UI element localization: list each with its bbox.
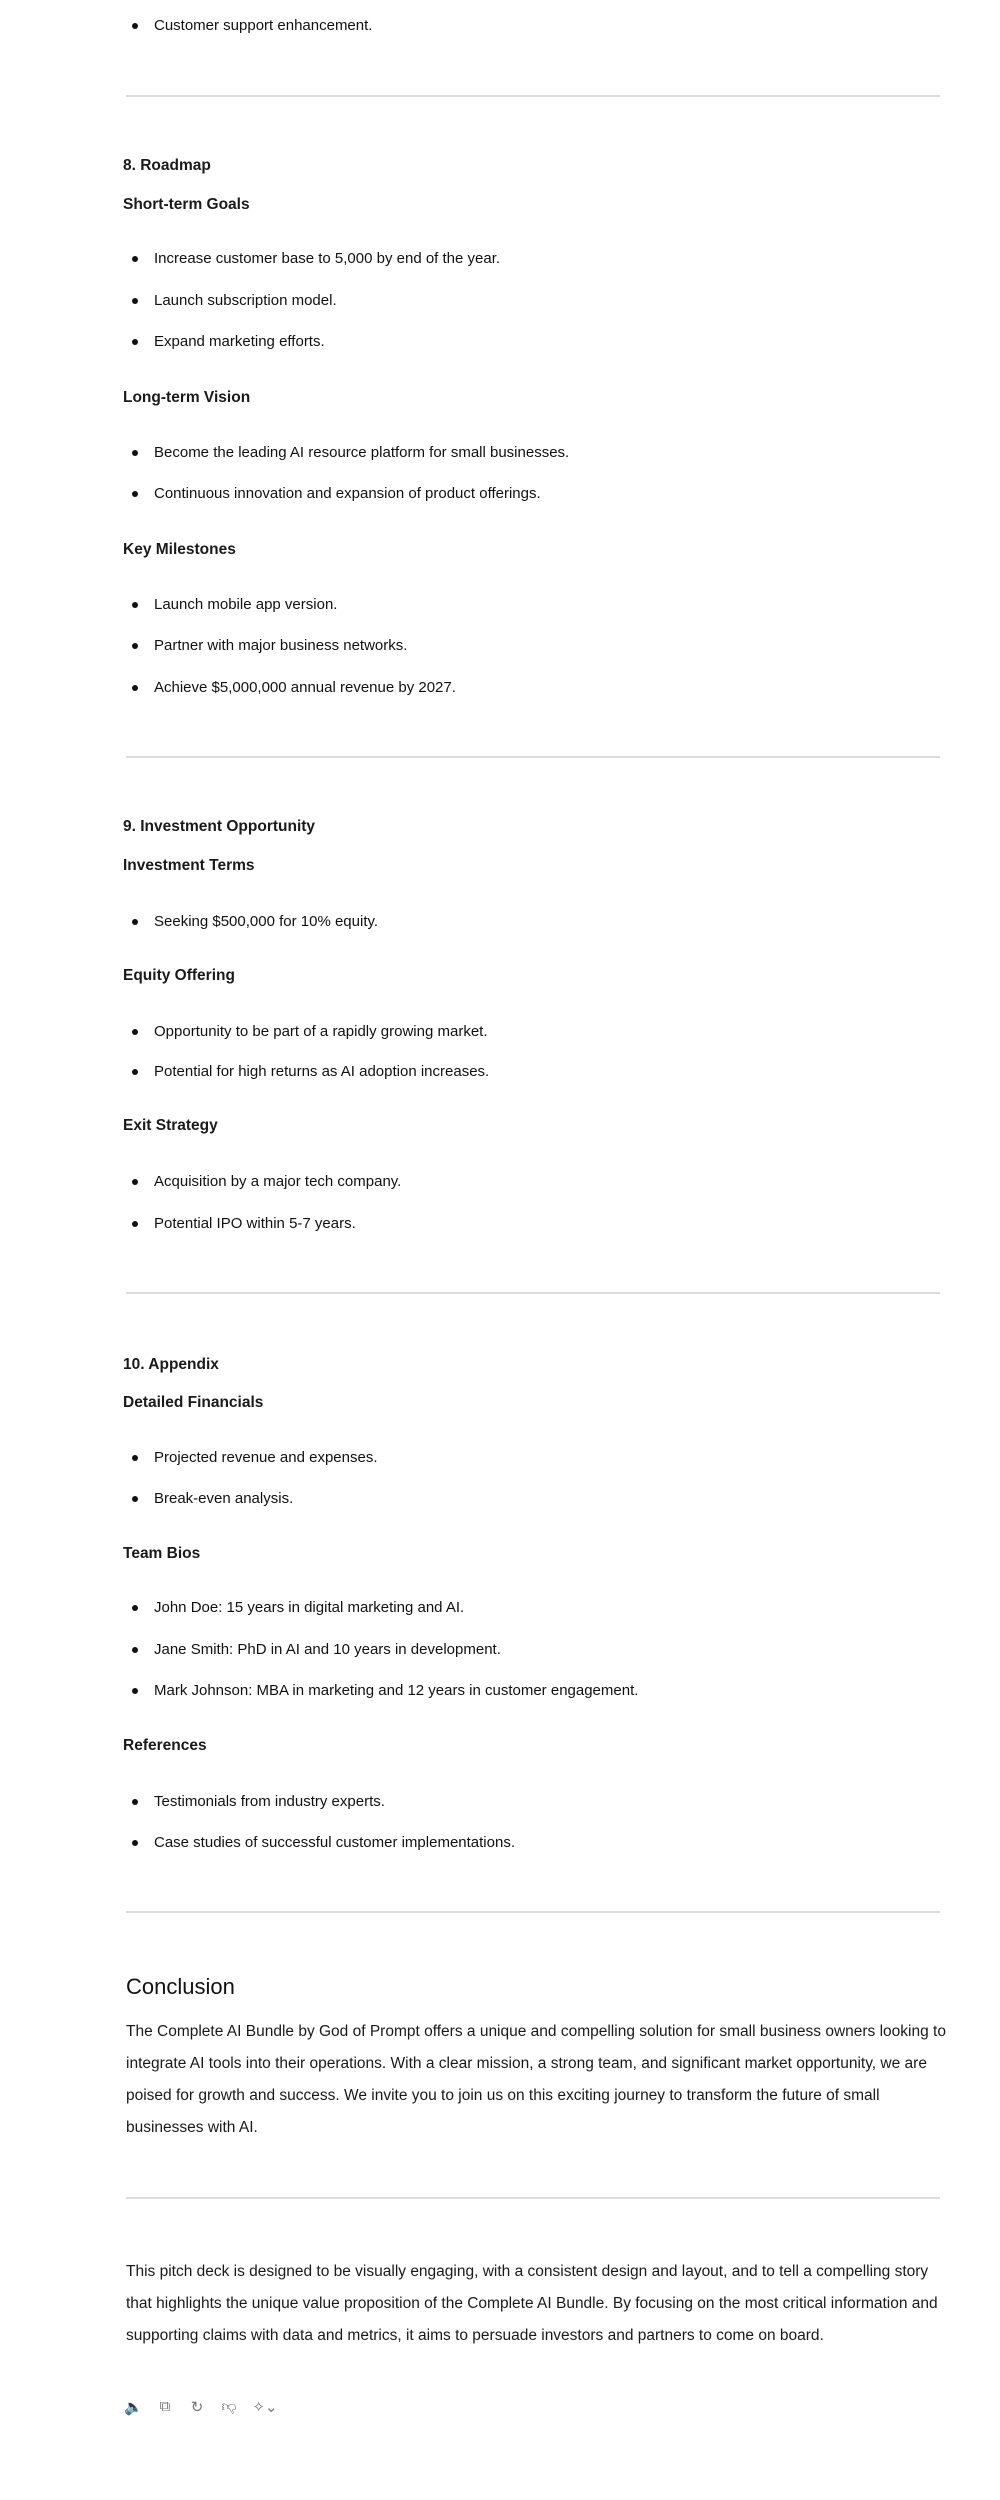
section-heading: 9. Investment Opportunity	[123, 818, 316, 835]
list-item-text: Increase customer base to 5,000 by end o…	[154, 250, 501, 267]
regenerate-icon[interactable]: ↻	[188, 2398, 206, 2416]
list-item-text: Launch mobile app version.	[154, 596, 338, 613]
model-switch-icon[interactable]: ✧⌄	[252, 2398, 278, 2416]
read-aloud-icon[interactable]: 🔈	[124, 2398, 143, 2416]
footer-paragraph: This pitch deck is designed to be visual…	[126, 2263, 938, 2344]
subheading: Short-term Goals	[123, 196, 250, 213]
subheading: Key Milestones	[123, 541, 236, 558]
list-item-text: Projected revenue and expenses.	[154, 1449, 378, 1466]
list-item-text: John Doe: 15 years in digital marketing …	[154, 1599, 465, 1616]
divider	[126, 95, 940, 97]
list-item-text: Opportunity to be part of a rapidly grow…	[154, 1023, 488, 1040]
subheading: Long-term Vision	[123, 389, 251, 406]
list-item-text: Expand marketing efforts.	[154, 333, 325, 350]
divider	[126, 2197, 940, 2199]
list-item-text: Acquisition by a major tech company.	[154, 1173, 402, 1190]
divider	[126, 756, 940, 758]
subheading: Investment Terms	[123, 857, 255, 874]
list-item-text: Achieve $5,000,000 annual revenue by 202…	[154, 679, 456, 696]
divider	[126, 1292, 940, 1294]
list-item-text: Partner with major business networks.	[154, 637, 408, 654]
subheading: Equity Offering	[123, 967, 235, 984]
list-item-text: Launch subscription model.	[154, 292, 337, 309]
conclusion-paragraph: The Complete AI Bundle by God of Prompt …	[126, 2023, 946, 2136]
list-item-text: Jane Smith: PhD in AI and 10 years in de…	[154, 1641, 501, 1658]
list-item-text: Seeking $500,000 for 10% equity.	[154, 913, 379, 930]
subheading: Detailed Financials	[123, 1394, 264, 1411]
conclusion-heading: Conclusion	[126, 1974, 235, 1999]
list-item-text: Case studies of successful customer impl…	[154, 1834, 515, 1851]
list-item-text: Mark Johnson: MBA in marketing and 12 ye…	[154, 1682, 639, 1699]
list-item-text: Continuous innovation and expansion of p…	[154, 485, 541, 502]
list-item-text: Break-even analysis.	[154, 1490, 294, 1507]
subheading: Exit Strategy	[123, 1117, 218, 1134]
list-item-text: Potential for high returns as AI adoptio…	[154, 1063, 490, 1080]
divider	[126, 1911, 940, 1913]
list-item-text: Potential IPO within 5-7 years.	[154, 1215, 356, 1232]
list-item-text: Testimonials from industry experts.	[154, 1793, 385, 1810]
subheading: Team Bios	[123, 1545, 201, 1562]
message-actions: 🔈 ⧉ ↻ 👎︎ ✧⌄	[124, 2398, 278, 2416]
section-heading: 10. Appendix	[123, 1356, 219, 1373]
subheading: References	[123, 1737, 207, 1754]
list-item-text: Become the leading AI resource platform …	[154, 444, 570, 461]
section-heading: 8. Roadmap	[123, 157, 211, 174]
copy-icon[interactable]: ⧉	[156, 2398, 174, 2416]
thumbs-down-icon[interactable]: 👎︎	[220, 2398, 238, 2416]
list-item-text: Customer support enhancement.	[154, 17, 373, 34]
